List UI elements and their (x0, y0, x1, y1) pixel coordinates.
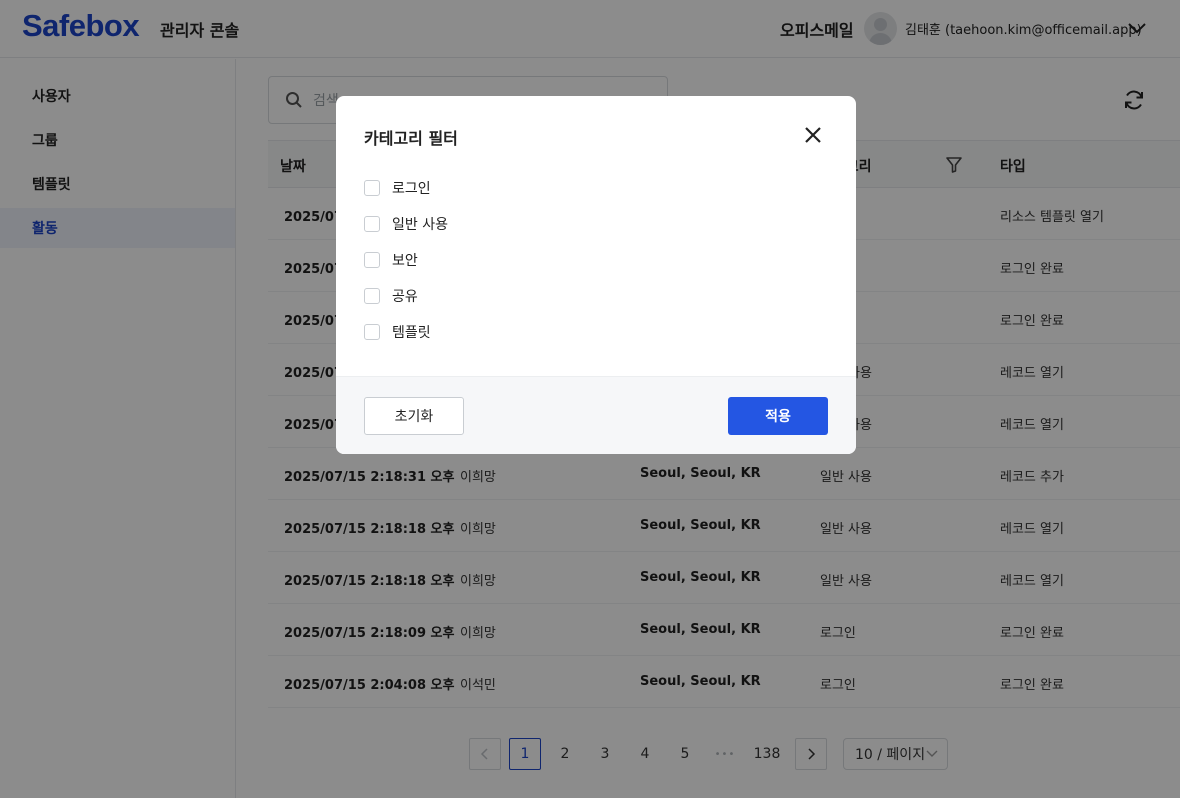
reset-button[interactable]: 초기화 (364, 397, 464, 435)
checkbox[interactable] (364, 180, 380, 196)
checkbox[interactable] (364, 216, 380, 232)
filter-option-template[interactable]: 템플릿 (364, 322, 431, 342)
close-icon[interactable] (802, 124, 824, 146)
modal-footer: 초기화 적용 (336, 376, 856, 454)
filter-option-label: 로그인 (392, 181, 431, 197)
filter-option-login[interactable]: 로그인 (364, 178, 431, 198)
filter-option-label: 일반 사용 (392, 217, 448, 233)
filter-option-label: 템플릿 (392, 325, 431, 341)
checkbox[interactable] (364, 288, 380, 304)
apply-button[interactable]: 적용 (728, 397, 828, 435)
filter-option-general-use[interactable]: 일반 사용 (364, 214, 448, 234)
category-filter-modal: 카테고리 필터 로그인 일반 사용 보안 공유 템플릿 초기화 적용 (336, 96, 856, 454)
filter-option-security[interactable]: 보안 (364, 250, 418, 270)
modal-title: 카테고리 필터 (364, 129, 458, 148)
filter-option-sharing[interactable]: 공유 (364, 286, 418, 306)
checkbox[interactable] (364, 324, 380, 340)
filter-option-label: 공유 (392, 289, 418, 305)
filter-option-label: 보안 (392, 253, 418, 269)
checkbox[interactable] (364, 252, 380, 268)
